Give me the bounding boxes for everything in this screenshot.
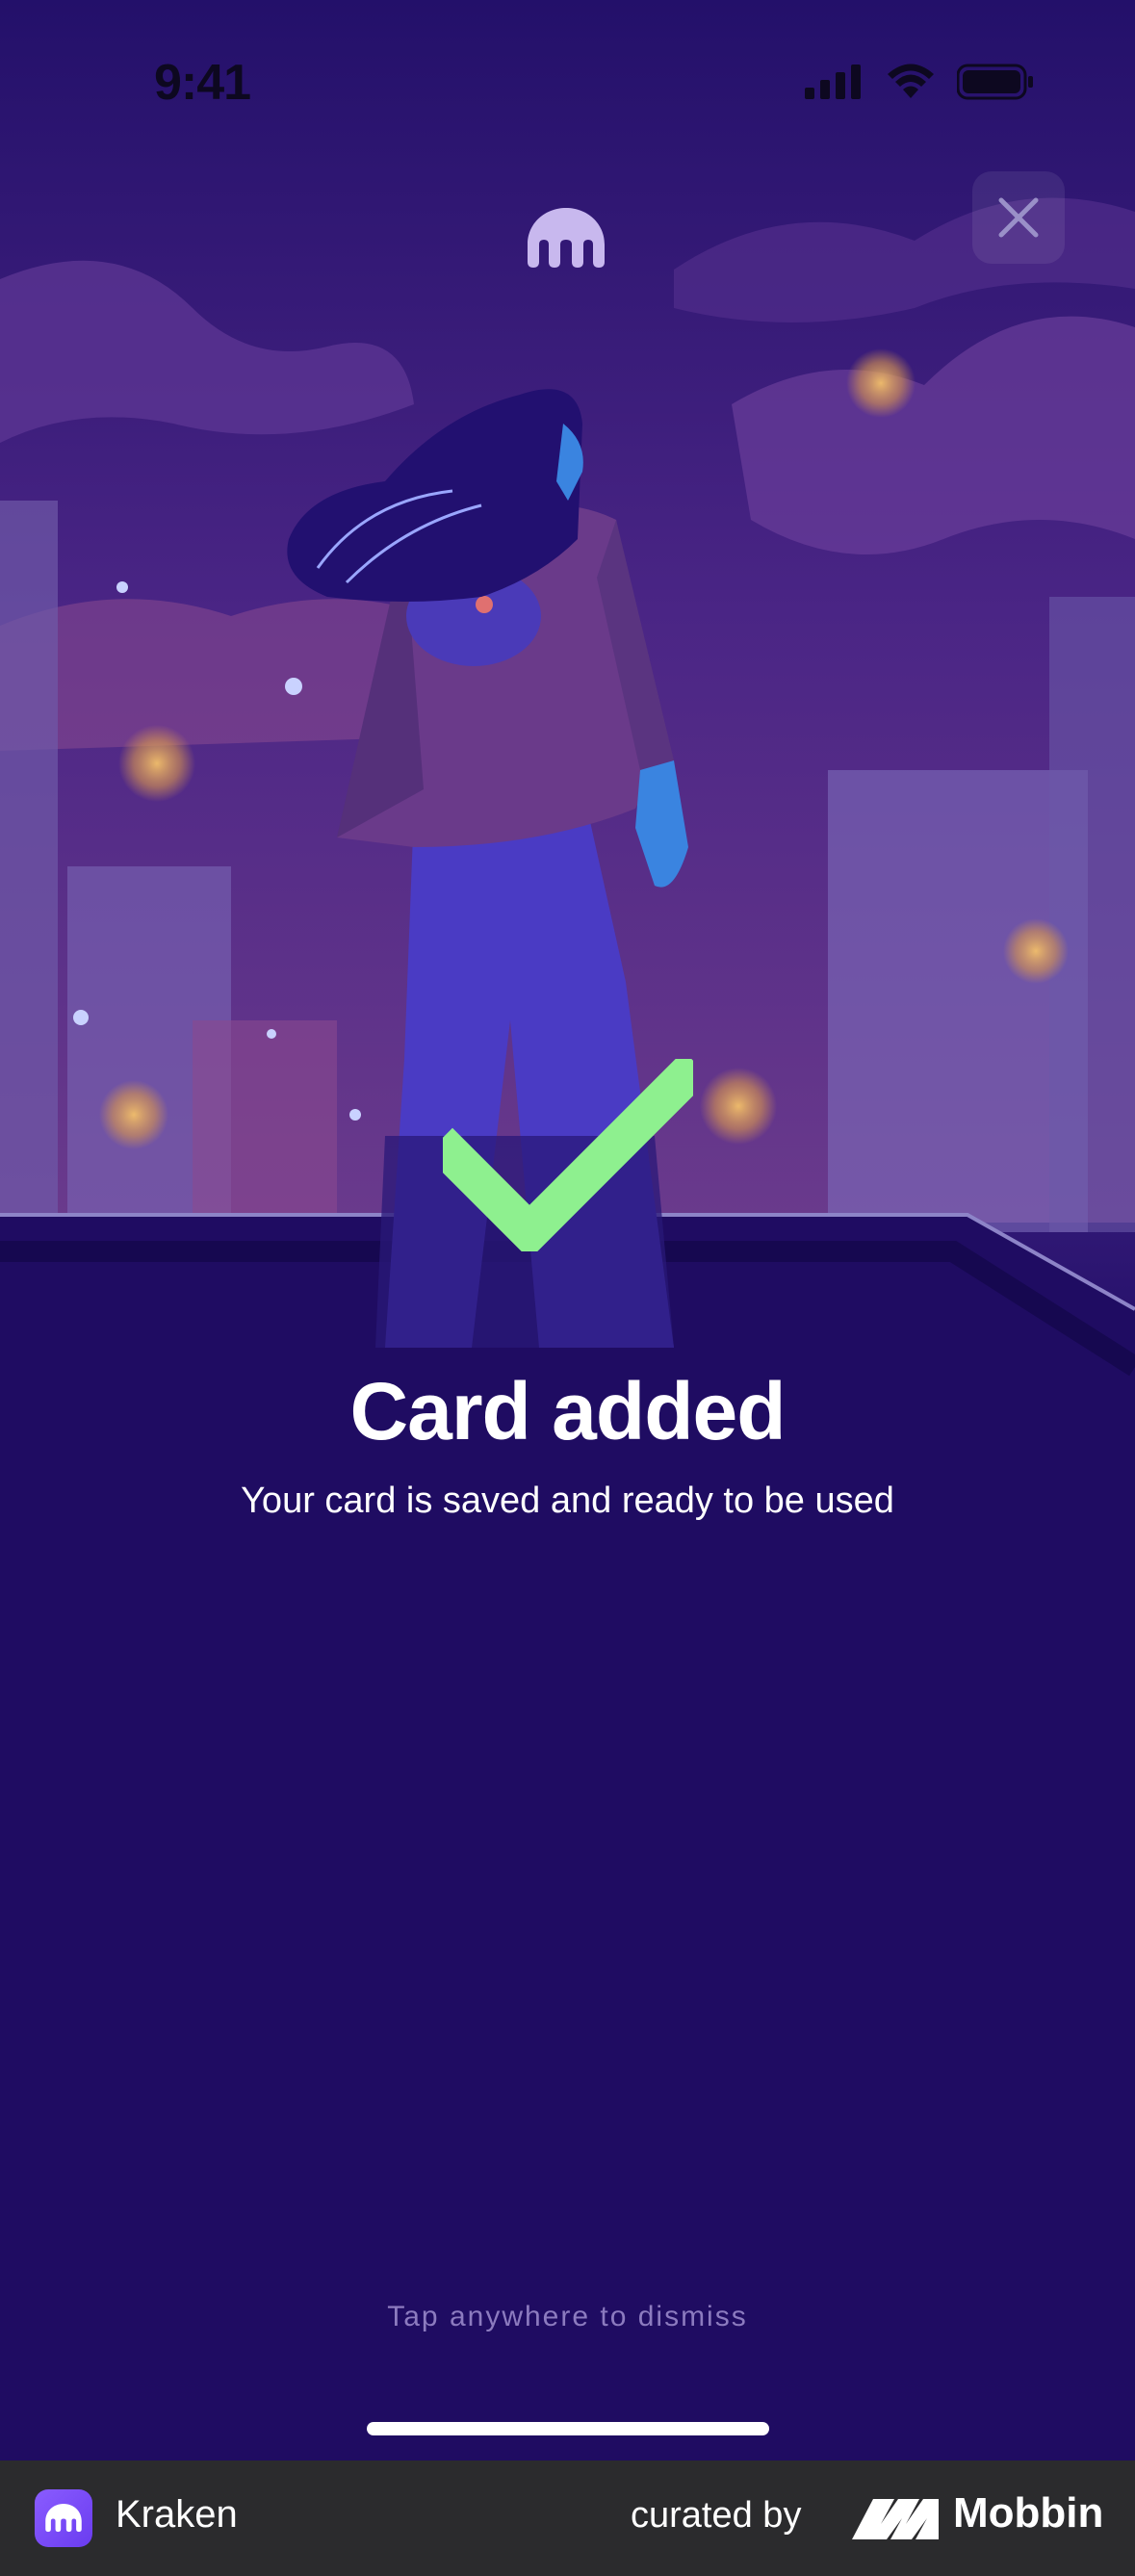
- success-screen[interactable]: 9:41 Card added Your card is saved and r…: [0, 0, 1135, 2460]
- mobbin-brand: Mobbin: [953, 2489, 1104, 2537]
- close-icon: [998, 197, 1039, 238]
- checkmark-icon: [443, 1059, 693, 1251]
- page-title: Card added: [349, 1366, 786, 1456]
- dismiss-hint[interactable]: Tap anywhere to dismiss: [0, 2301, 1135, 2333]
- app-name: Kraken: [116, 2493, 238, 2536]
- wifi-icon: [888, 64, 934, 98]
- status-icons: [805, 64, 1034, 100]
- status-time: 9:41: [154, 55, 251, 111]
- kraken-app-icon: [35, 2489, 92, 2547]
- curated-label: curated by: [631, 2495, 802, 2536]
- home-indicator[interactable]: [367, 2422, 769, 2435]
- signal-icon: [805, 64, 861, 99]
- mobbin-logo-icon: [852, 2499, 939, 2539]
- attribution-footer: Kraken curated by Mobbin: [0, 2460, 1135, 2576]
- kraken-logo-icon: [528, 208, 605, 274]
- battery-icon: [957, 64, 1033, 100]
- close-button[interactable]: [972, 171, 1065, 264]
- page-subtitle: Your card is saved and ready to be used: [241, 1481, 894, 1521]
